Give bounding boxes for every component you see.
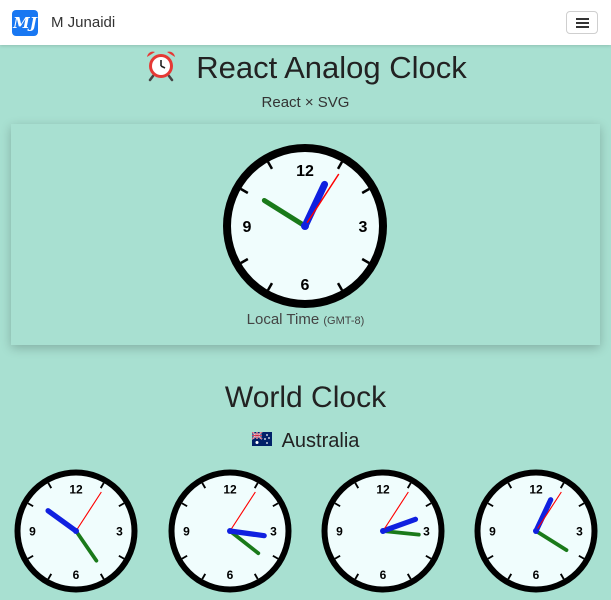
clock-center	[301, 222, 309, 230]
clock-numeral: 9	[489, 525, 496, 539]
world-clock-0: 12 3 6 9	[14, 469, 138, 593]
hamburger-icon	[576, 18, 589, 28]
australia-flag-icon	[251, 432, 272, 446]
clock-numeral: 6	[227, 568, 234, 582]
clock-numeral: 9	[243, 219, 252, 236]
clock-numeral: 6	[380, 568, 387, 582]
world-clock-3: 12 3 6 9	[474, 469, 598, 593]
title-text: React Analog Clock	[196, 50, 467, 85]
clock-numeral: 3	[359, 219, 368, 236]
subtitle: React × SVG	[261, 94, 350, 111]
clock-numeral: 3	[116, 525, 123, 539]
clock-numeral: 3	[576, 525, 583, 539]
clock-numeral: 9	[183, 525, 190, 539]
clock-center	[73, 528, 79, 534]
clock-numeral: 12	[69, 483, 83, 497]
clock-numeral: 6	[533, 568, 540, 582]
country-name: Australia	[281, 430, 360, 452]
brand-name[interactable]: M Junaidi	[51, 14, 115, 31]
menu-toggle-button[interactable]	[566, 11, 598, 34]
local-time-caption: Local Time (GMT-8)	[0, 311, 611, 328]
world-clock-2: 12 3 6 9	[321, 469, 445, 593]
local-analog-clock: 12 3 6 9	[223, 144, 387, 308]
navbar: MJ M Junaidi	[0, 0, 611, 45]
gmt-offset: (GMT-8)	[323, 315, 365, 327]
clock-numeral: 12	[529, 483, 543, 497]
page-title: React Analog Clock	[0, 48, 611, 88]
clock-numeral: 9	[29, 525, 36, 539]
clock-numeral: 3	[423, 525, 430, 539]
local-time-label: Local Time	[246, 311, 320, 328]
world-clock-1: 12 3 6 9	[168, 469, 292, 593]
clock-numeral: 12	[296, 163, 314, 180]
clock-numeral: 9	[336, 525, 343, 539]
country-heading: Australia	[0, 430, 611, 453]
clock-numeral: 12	[223, 483, 237, 497]
clock-numeral: 6	[73, 568, 80, 582]
clock-numeral: 12	[376, 483, 390, 497]
clock-center	[380, 528, 386, 534]
clock-numeral: 6	[301, 277, 310, 294]
clock-numeral: 3	[270, 525, 277, 539]
clock-center	[533, 528, 539, 534]
world-clock-title: World Clock	[224, 381, 387, 414]
clock-center	[227, 528, 233, 534]
brand-logo[interactable]: MJ	[12, 10, 38, 36]
alarm-clock-icon	[147, 51, 176, 82]
